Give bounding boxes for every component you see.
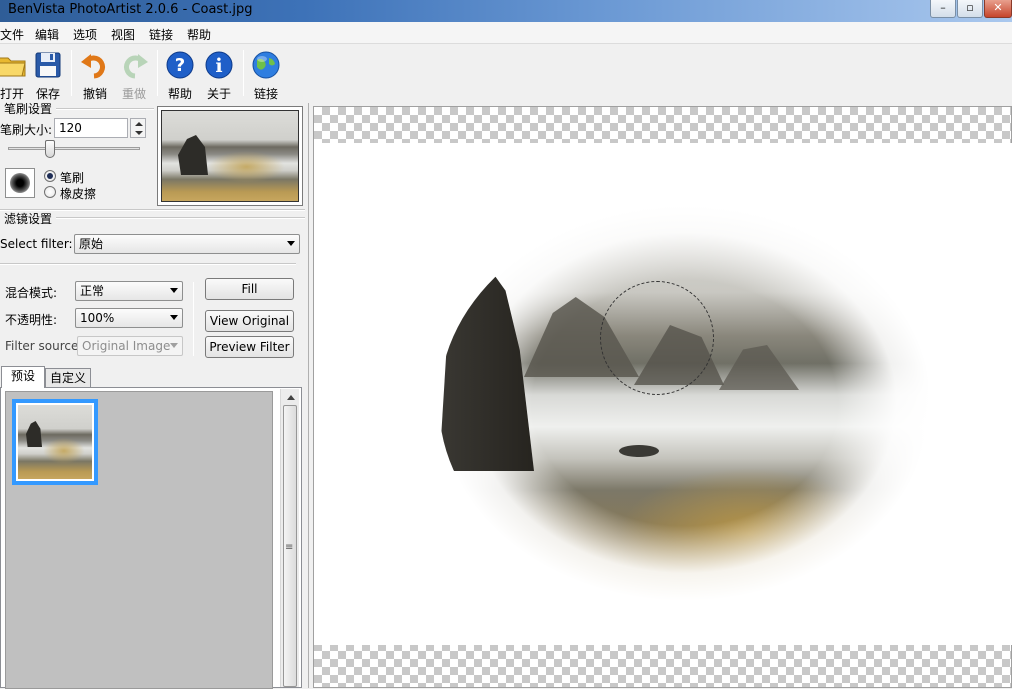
preview-filter-button[interactable]: Preview Filter xyxy=(205,336,294,358)
brush-size-slider[interactable] xyxy=(8,147,140,150)
close-icon: ✕ xyxy=(993,1,1003,14)
navigator-panel[interactable] xyxy=(157,106,303,206)
question-icon: ? xyxy=(166,51,194,79)
brush-shape-icon xyxy=(10,173,30,193)
rock-shape xyxy=(26,421,42,447)
preset-list[interactable] xyxy=(5,391,273,689)
floppy-icon xyxy=(35,52,61,78)
filter-source-label: Filter source: xyxy=(5,339,83,353)
sea-stack xyxy=(719,345,799,390)
menu-view[interactable]: 视图 xyxy=(111,26,135,43)
globe-icon xyxy=(252,51,280,79)
brush-size-input[interactable]: 120 xyxy=(54,118,128,138)
maximize-icon: ▫ xyxy=(966,1,974,14)
link-button[interactable]: 链接 xyxy=(246,48,286,101)
undo-arrow-icon xyxy=(81,54,105,79)
photo-vignette[interactable] xyxy=(439,205,931,601)
filter-section-divider xyxy=(56,217,305,219)
preset-panel: ≡ xyxy=(0,387,302,689)
undo-button[interactable]: 撤销 xyxy=(75,48,115,101)
brush-mode-label: 笔刷 xyxy=(60,171,85,185)
menu-bar: 文件 编辑 选项 视图 链接 帮助 xyxy=(0,22,1012,44)
vertical-divider xyxy=(193,282,194,356)
opacity-dropdown[interactable]: 100% xyxy=(75,308,183,328)
brush-size-slider-thumb[interactable] xyxy=(44,140,55,158)
filter-source-dropdown[interactable]: Original Image xyxy=(77,336,183,356)
blend-mode-label: 混合模式: xyxy=(5,286,58,300)
folder-icon xyxy=(0,57,26,77)
select-filter-label: Select filter: xyxy=(0,237,73,251)
fill-button[interactable]: Fill xyxy=(205,278,294,300)
chevron-down-icon xyxy=(170,315,178,320)
menu-help[interactable]: 帮助 xyxy=(187,26,211,43)
filter-section-title: 滤镜设置 xyxy=(4,212,53,226)
opacity-label: 不透明性: xyxy=(5,313,58,327)
brush-section-divider xyxy=(56,108,154,110)
tab-preset[interactable]: 预设 xyxy=(1,366,45,388)
scrollbar-thumb[interactable]: ≡ xyxy=(283,405,297,687)
scroll-up-icon[interactable] xyxy=(287,395,295,400)
preset-scrollbar[interactable]: ≡ xyxy=(280,389,299,687)
scroll-grip-icon: ≡ xyxy=(285,542,294,553)
help-button[interactable]: ? 帮助 xyxy=(160,48,200,101)
view-original-button[interactable]: View Original xyxy=(205,310,294,332)
tab-custom[interactable]: 自定义 xyxy=(45,368,91,388)
menu-edit[interactable]: 编辑 xyxy=(35,26,59,43)
redo-button[interactable]: 重做 xyxy=(114,48,154,101)
brush-mode-radio[interactable] xyxy=(44,170,56,182)
window-title: BenVista PhotoArtist 2.0.6 - Coast.jpg xyxy=(8,2,253,17)
panel-splitter[interactable] xyxy=(308,103,309,688)
beach-rock xyxy=(619,445,659,457)
close-button[interactable]: ✕ xyxy=(984,0,1012,18)
blend-mode-dropdown[interactable]: 正常 xyxy=(75,281,183,301)
canvas-page[interactable] xyxy=(314,143,1012,645)
rock-shape xyxy=(178,135,208,175)
save-button[interactable]: 保存 xyxy=(28,48,68,101)
brush-section-title: 笔刷设置 xyxy=(4,102,53,116)
brush-preview[interactable] xyxy=(5,168,35,198)
chevron-down-icon xyxy=(170,343,178,348)
eraser-mode-label: 橡皮擦 xyxy=(60,187,97,201)
brush-cursor-circle xyxy=(600,281,714,395)
svg-text:?: ? xyxy=(175,55,185,76)
brush-size-stepper[interactable] xyxy=(130,118,146,138)
svg-text:i: i xyxy=(215,55,222,77)
redo-arrow-icon xyxy=(124,54,148,79)
select-filter-dropdown[interactable]: 原始 xyxy=(74,234,300,254)
chevron-down-icon xyxy=(170,288,178,293)
menu-options[interactable]: 选项 xyxy=(73,26,97,43)
rock-cliff xyxy=(439,251,534,471)
minimize-button[interactable]: – xyxy=(930,0,956,18)
eraser-mode-radio[interactable] xyxy=(44,186,56,198)
about-button[interactable]: i 关于 xyxy=(199,48,239,101)
brush-size-label: 笔刷大小: xyxy=(0,123,53,137)
navigator-thumbnail xyxy=(161,110,299,202)
preset-thumbnail-selected[interactable] xyxy=(12,399,98,485)
menu-file[interactable]: 文件 xyxy=(0,26,24,43)
info-icon: i xyxy=(205,51,233,79)
toolbar: 打开 保存 撤销 重做 ? 帮助 i 关于 链接 xyxy=(0,44,1012,101)
menu-link[interactable]: 链接 xyxy=(149,26,173,43)
canvas-area[interactable] xyxy=(313,106,1012,688)
title-bar: BenVista PhotoArtist 2.0.6 - Coast.jpg –… xyxy=(0,0,1012,22)
chevron-down-icon xyxy=(287,241,295,246)
minimize-icon: – xyxy=(940,1,946,14)
section-divider xyxy=(0,263,296,265)
maximize-button[interactable]: ▫ xyxy=(957,0,983,18)
preset-thumbnail-image xyxy=(18,405,92,479)
